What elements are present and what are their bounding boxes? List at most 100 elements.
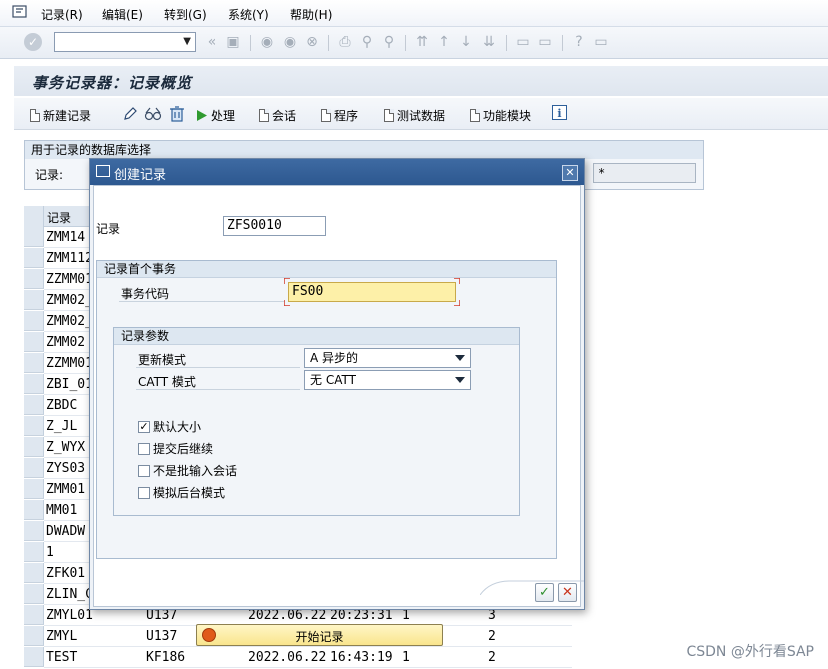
row-selector[interactable] xyxy=(24,269,44,289)
process-button[interactable]: 处理 xyxy=(196,106,235,124)
new-session-icon[interactable]: ▭ xyxy=(514,33,532,51)
chevron-down-icon[interactable] xyxy=(455,355,465,361)
program-button[interactable]: 程序 xyxy=(321,106,358,124)
next-page-icon[interactable]: ↓ xyxy=(457,33,475,51)
cell-name: ZYS03 xyxy=(46,461,86,476)
first-transaction-header: 记录首个事务 xyxy=(97,261,556,278)
function-module-button[interactable]: 功能模块 xyxy=(470,106,531,124)
start-recording-label: 开始记录 xyxy=(295,630,344,644)
checkbox-box[interactable] xyxy=(138,442,150,455)
shortcut-icon[interactable]: ▭ xyxy=(536,33,554,51)
layout-monitor-icon[interactable]: ▭ xyxy=(592,33,610,51)
checkbox-box[interactable] xyxy=(138,486,150,499)
new-record-button[interactable]: 新建记录 xyxy=(30,106,91,124)
column-header-record[interactable]: 记录 xyxy=(47,209,71,226)
update-mode-dropdown[interactable]: A 异步的 xyxy=(304,348,471,368)
application-toolbar: 新建记录 处理 会话 程序 测试数据 功能模块 i xyxy=(14,98,828,130)
enter-check-icon[interactable]: ✓ xyxy=(24,33,42,51)
cell-user: U137 xyxy=(146,629,178,644)
save-icon[interactable]: ▣ xyxy=(224,33,242,51)
row-selector[interactable] xyxy=(24,647,44,667)
document-icon xyxy=(259,108,269,122)
glasses-icon[interactable] xyxy=(144,106,162,122)
menu-goto[interactable]: 转到(G) xyxy=(164,6,207,23)
table-select-all[interactable] xyxy=(24,206,44,227)
cell-user: KF186 xyxy=(146,650,186,665)
row-selector[interactable] xyxy=(24,311,44,331)
row-selector[interactable] xyxy=(24,542,44,562)
cell-name: ZBDC xyxy=(46,398,78,413)
cell-name: ZFK01 xyxy=(46,566,86,581)
cell-name: ZMYL01 xyxy=(46,608,93,623)
find-icon[interactable]: ⚲ xyxy=(358,33,376,51)
simulate-background-checkbox[interactable]: 模拟后台模式 xyxy=(138,484,225,501)
cell-name: DWADW xyxy=(46,524,86,539)
row-selector[interactable] xyxy=(24,353,44,373)
cell-a: 1 xyxy=(402,608,410,623)
row-selector[interactable] xyxy=(24,521,44,541)
session-button[interactable]: 会话 xyxy=(259,106,296,124)
continue-after-commit-label: 提交后继续 xyxy=(153,442,214,456)
row-selector[interactable] xyxy=(24,437,44,457)
test-data-button[interactable]: 测试数据 xyxy=(384,106,445,124)
menu-help[interactable]: 帮助(H) xyxy=(290,6,332,23)
continue-after-commit-checkbox[interactable]: 提交后继续 xyxy=(138,440,213,457)
row-selector[interactable] xyxy=(24,479,44,499)
start-recording-button[interactable]: 开始记录 xyxy=(196,624,443,646)
separator xyxy=(405,35,406,51)
find-next-icon[interactable]: ⚲ xyxy=(380,33,398,51)
not-batch-input-session-checkbox[interactable]: 不是批输入会话 xyxy=(138,462,237,479)
row-selector[interactable] xyxy=(24,563,44,583)
command-field[interactable]: ▼ xyxy=(54,32,196,52)
row-selector[interactable] xyxy=(24,332,44,352)
record-selection-input[interactable]: * xyxy=(593,163,696,183)
table-row[interactable]: TEST KF186 2022.06.22 16:43:19 1 2 xyxy=(44,647,572,668)
catt-mode-dropdown[interactable]: 无 CATT xyxy=(304,370,471,390)
record-name-input[interactable]: ZFS0010 xyxy=(223,216,326,236)
cell-user: U137 xyxy=(146,608,178,623)
menu-record[interactable]: 记录(R) xyxy=(41,6,83,23)
function-module-label: 功能模块 xyxy=(483,108,532,123)
cell-name: TEST xyxy=(46,650,78,665)
back-icon[interactable]: ◉ xyxy=(258,33,276,51)
cell-name: ZBI_01 xyxy=(46,377,93,392)
row-selector[interactable] xyxy=(24,626,44,646)
last-page-icon[interactable]: ⇊ xyxy=(480,33,498,51)
cell-b: 2 xyxy=(488,650,496,665)
help-icon[interactable]: ? xyxy=(570,33,588,51)
row-selector[interactable] xyxy=(24,500,44,520)
row-selector[interactable] xyxy=(24,584,44,604)
row-selector[interactable] xyxy=(24,605,44,625)
chevron-down-icon[interactable] xyxy=(455,377,465,383)
row-selector[interactable] xyxy=(24,248,44,268)
trash-icon[interactable] xyxy=(169,105,185,122)
checkbox-box[interactable]: ✓ xyxy=(138,420,150,433)
first-page-icon[interactable]: ⇈ xyxy=(413,33,431,51)
close-icon[interactable]: ✕ xyxy=(562,165,578,181)
cancel-x-icon[interactable]: ✕ xyxy=(558,583,577,602)
row-selector[interactable] xyxy=(24,458,44,478)
cell-name: MM01 xyxy=(46,503,78,518)
document-icon xyxy=(470,108,480,122)
transaction-code-label: 事务代码 xyxy=(121,287,170,301)
row-selector[interactable] xyxy=(24,395,44,415)
confirm-check-icon[interactable]: ✓ xyxy=(535,583,554,602)
info-icon[interactable]: i xyxy=(552,105,567,120)
cell-name: ZMM112 xyxy=(46,251,93,266)
print-icon[interactable]: ⎙ xyxy=(336,33,354,51)
row-selector[interactable] xyxy=(24,290,44,310)
pencil-icon[interactable] xyxy=(122,106,138,122)
prev-page-icon[interactable]: ↑ xyxy=(435,33,453,51)
exit-icon[interactable]: ◉ xyxy=(281,33,299,51)
row-selector[interactable] xyxy=(24,227,44,247)
checkbox-box[interactable] xyxy=(138,464,150,477)
default-size-checkbox[interactable]: ✓ 默认大小 xyxy=(138,418,201,435)
chevron-down-icon[interactable]: ▼ xyxy=(183,36,191,47)
cancel-icon[interactable]: ⊗ xyxy=(303,33,321,51)
app-menu-icon[interactable] xyxy=(12,5,28,19)
menu-system[interactable]: 系统(Y) xyxy=(228,6,269,23)
row-selector[interactable] xyxy=(24,374,44,394)
watermark: CSDN @外行看SAP xyxy=(686,644,814,660)
row-selector[interactable] xyxy=(24,416,44,436)
menu-edit[interactable]: 编辑(E) xyxy=(102,6,143,23)
